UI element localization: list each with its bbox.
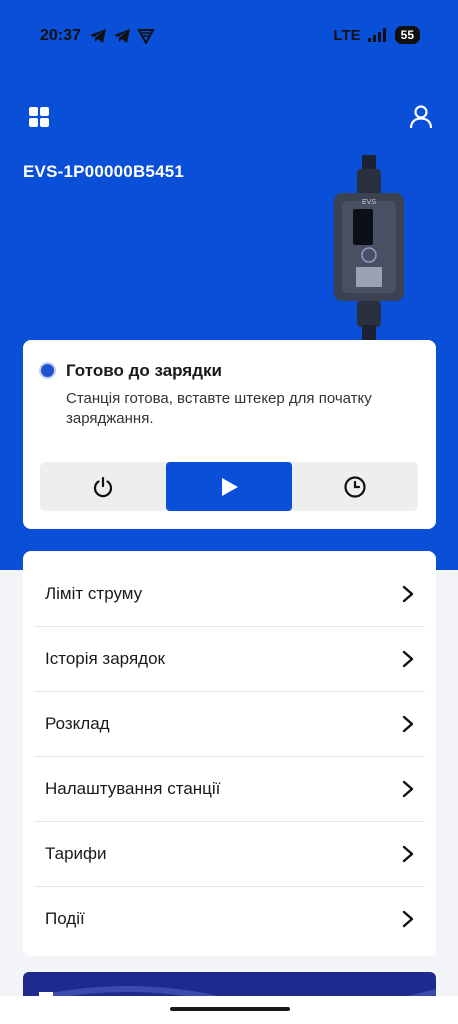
user-icon[interactable] [408, 104, 434, 130]
signal-icon [367, 28, 386, 42]
play-icon [222, 477, 238, 496]
chevron-right-icon [402, 650, 414, 668]
menu-card: Ліміт струму Історія зарядок Розклад Нал… [23, 551, 436, 956]
chevron-right-icon [402, 845, 414, 863]
status-bar: 20:37 LTE 55 [0, 0, 458, 72]
status-right: LTE 55 [333, 26, 420, 44]
grid-icon[interactable] [26, 104, 52, 130]
chevron-right-icon [402, 780, 414, 798]
menu-item-label: Історія зарядок [45, 649, 165, 668]
status-time: 20:37 [40, 27, 81, 44]
device-id: EVS-1P00000B5451 [23, 162, 185, 181]
clock-icon [344, 475, 366, 498]
system-navigation-bar [0, 996, 458, 1024]
schedule-button[interactable] [292, 462, 418, 511]
start-charging-button[interactable] [166, 462, 292, 511]
telegram-icon [90, 29, 106, 43]
status-description: Станція готова, вставте штекер для почат… [66, 390, 372, 427]
menu-item-label: Події [45, 909, 85, 928]
device-logo: EVS [362, 199, 376, 206]
network-type: LTE [333, 26, 361, 44]
charger-device-image: EVS [334, 155, 404, 340]
power-button[interactable] [40, 462, 166, 511]
status-icons [89, 28, 155, 44]
vpn-icon [137, 29, 155, 44]
chevron-right-icon [402, 585, 414, 602]
telegram-icon [114, 29, 130, 43]
menu-item-station-settings[interactable]: Налаштування станції [34, 756, 425, 821]
menu-item-label: Тарифи [45, 844, 107, 863]
menu-item-label: Розклад [45, 714, 110, 733]
menu-item-events[interactable]: Події [34, 886, 425, 951]
charging-controls [40, 462, 418, 511]
battery-indicator: 55 [394, 26, 420, 44]
menu-item-label: Налаштування станції [45, 779, 221, 798]
status-indicator-dot [39, 362, 56, 379]
power-icon [93, 476, 113, 497]
chevron-right-icon [402, 715, 414, 733]
status-title: Готово до зарядки [66, 361, 222, 380]
home-gesture-handle[interactable] [170, 1007, 290, 1011]
menu-item-tariffs[interactable]: Тарифи [34, 821, 425, 886]
chevron-right-icon [402, 910, 414, 928]
status-card: Готово до зарядки Станція готова, вставт… [23, 340, 436, 529]
menu-item-label: Ліміт струму [45, 583, 143, 603]
menu-item-schedule[interactable]: Розклад [34, 691, 425, 756]
menu-item-current-limit[interactable]: Ліміт струму [34, 561, 425, 626]
menu-item-charging-history[interactable]: Історія зарядок [34, 626, 425, 691]
